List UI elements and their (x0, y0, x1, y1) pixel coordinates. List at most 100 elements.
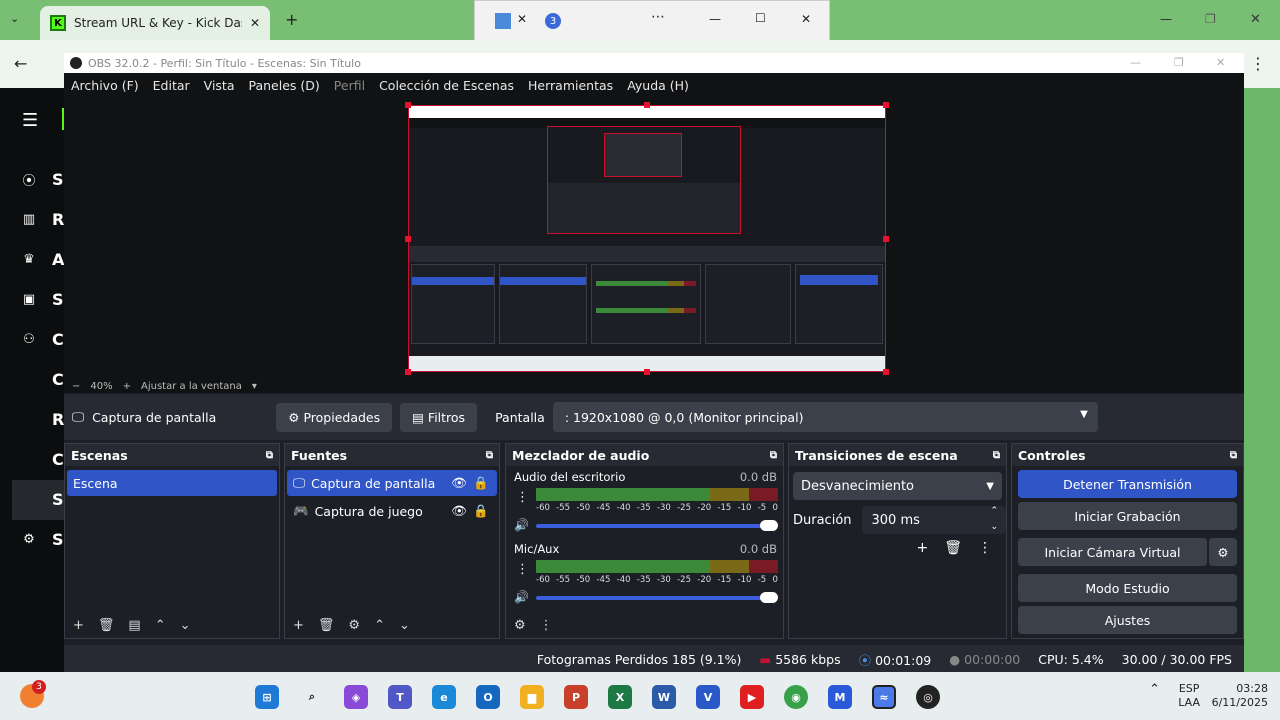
sidebar-item-label[interactable]: C (52, 330, 64, 349)
properties-button[interactable]: ⚙ Propiedades (276, 402, 393, 432)
lock-icon[interactable]: 🔒 (473, 475, 489, 491)
more-icon[interactable]: ⋯ (651, 9, 665, 25)
gear-icon[interactable]: ⚙ (20, 530, 38, 548)
close-icon[interactable]: ✕ (517, 12, 527, 26)
add-icon[interactable]: + (916, 540, 928, 556)
copilot-icon[interactable]: ◈ (344, 685, 368, 709)
undock-icon[interactable]: ⧉ (1230, 450, 1237, 461)
community-icon[interactable]: ⚇ (20, 330, 38, 348)
start-virtual-camera-button[interactable]: Iniciar Cámara Virtual (1018, 538, 1207, 566)
chart-icon[interactable]: ▥ (20, 210, 38, 228)
zoom-fit-select[interactable]: Ajustar a la ventana (141, 381, 242, 392)
maximize-icon[interactable]: ☐ (755, 11, 766, 25)
add-icon[interactable]: + (73, 618, 84, 633)
gear-icon[interactable]: ⚙ (514, 618, 526, 633)
sidebar-item-label[interactable]: S (52, 490, 64, 509)
word-icon[interactable]: W (652, 685, 676, 709)
chevron-up-icon[interactable]: ⌃ (990, 506, 998, 516)
chrome-icon[interactable]: ◉ (784, 685, 808, 709)
obs-icon[interactable]: ◎ (916, 685, 940, 709)
volume-slider[interactable] (536, 524, 772, 528)
speaker-icon[interactable]: 🔊 (514, 518, 529, 532)
gear-icon[interactable]: ⚙ (348, 618, 360, 633)
edge-icon[interactable]: e (432, 685, 456, 709)
transform-handle[interactable] (883, 369, 889, 375)
zoom-in-button[interactable]: + (123, 381, 131, 392)
outlook-icon[interactable]: O (476, 685, 500, 709)
chevron-down-icon[interactable]: ⌄ (399, 618, 410, 633)
volume-slider-handle[interactable] (760, 592, 778, 603)
transition-select[interactable]: Desvanecimiento ▼ (793, 472, 1002, 500)
trophy-icon[interactable]: ♛ (20, 250, 38, 268)
volume-slider[interactable] (536, 596, 772, 600)
visio-icon[interactable]: V (696, 685, 720, 709)
menu-perfil[interactable]: Perfil (334, 78, 365, 93)
clock[interactable]: 03:28 6/11/2025 (1212, 682, 1268, 710)
eye-icon[interactable]: 👁 (451, 503, 467, 519)
transform-handle[interactable] (883, 236, 889, 242)
chevron-up-icon[interactable]: ⌃ (155, 618, 166, 633)
teams-icon[interactable]: T (388, 685, 412, 709)
scene-item[interactable]: Escena (67, 470, 277, 496)
more-icon[interactable]: ⋮ (516, 490, 529, 505)
more-icon[interactable]: ⋮ (516, 562, 529, 577)
sidebar-item-label[interactable]: R (52, 410, 64, 429)
studio-mode-button[interactable]: Modo Estudio (1018, 574, 1237, 602)
more-icon[interactable]: ⋮ (540, 618, 553, 633)
undock-icon[interactable]: ⧉ (770, 450, 777, 461)
browser-menu-icon[interactable]: ⋮ (1250, 54, 1266, 73)
more-icon[interactable]: ⋮ (978, 540, 992, 556)
close-icon[interactable]: ✕ (1216, 56, 1225, 69)
close-tab-icon[interactable]: ✕ (250, 16, 260, 30)
preview-area[interactable] (64, 97, 1244, 379)
close-window-icon[interactable]: ✕ (1250, 12, 1261, 27)
sidebar-item-label[interactable]: C (52, 450, 64, 469)
minimize-icon[interactable]: — (1160, 12, 1172, 26)
lock-icon[interactable]: 🔒 (473, 503, 489, 519)
active-app-icon[interactable]: ≈ (872, 685, 896, 709)
sidebar-item-label[interactable]: R (52, 210, 64, 229)
tab-menu-chevron-icon[interactable]: ⌄ (10, 12, 19, 25)
sidebar-item-label[interactable]: S (52, 170, 64, 189)
menu-paneles[interactable]: Paneles (D) (249, 78, 320, 93)
menu-archivo[interactable]: Archivo (F) (71, 78, 139, 93)
excel-icon[interactable]: X (608, 685, 632, 709)
trash-icon[interactable]: 🗑 (98, 618, 115, 633)
browser-tab-active[interactable]: K Stream URL & Key - Kick Dashb ✕ (40, 6, 270, 40)
transform-handle[interactable] (405, 102, 411, 108)
chevron-up-icon[interactable]: ⌃ (1149, 682, 1160, 697)
menu-coleccion[interactable]: Colección de Escenas (379, 78, 514, 93)
sidebar-item-label[interactable]: A (52, 250, 64, 269)
restore-icon[interactable]: ❐ (1174, 56, 1184, 69)
gear-icon[interactable]: ⚙ (1209, 538, 1237, 566)
transform-handle[interactable] (405, 236, 411, 242)
language-indicator[interactable]: ESP LAA (1178, 682, 1200, 710)
sidebar-item-label[interactable]: S (52, 290, 64, 309)
eye-icon[interactable]: 👁 (451, 475, 467, 491)
sidebar-item-label[interactable]: C (52, 370, 64, 389)
trash-icon[interactable]: 🗑 (944, 540, 962, 556)
display-select[interactable]: : 1920x1080 @ 0,0 (Monitor principal) ▼ (552, 402, 1098, 432)
windows-start-icon[interactable]: ⊞ (255, 685, 279, 709)
stop-stream-button[interactable]: Detener Transmisión (1018, 470, 1237, 498)
duration-stepper[interactable]: 300 ms ⌃ ⌄ (861, 506, 1006, 534)
zoom-out-button[interactable]: − (72, 381, 80, 392)
chevron-down-icon[interactable]: ▼ (986, 481, 994, 492)
settings-button[interactable]: Ajustes (1018, 606, 1237, 634)
broadcast-icon[interactable]: ⦿ (20, 170, 38, 189)
sidebar-item-label[interactable]: S (52, 530, 64, 549)
chevron-down-icon[interactable]: ▼ (1080, 409, 1088, 420)
search-icon[interactable]: ⌕ (300, 685, 324, 709)
start-recording-button[interactable]: Iniciar Grabación (1018, 502, 1237, 530)
transform-handle[interactable] (883, 102, 889, 108)
volume-slider-handle[interactable] (760, 520, 778, 531)
file-explorer-icon[interactable]: ▆ (520, 685, 544, 709)
undock-icon[interactable]: ⧉ (266, 450, 273, 461)
app-icon[interactable]: M (828, 685, 852, 709)
add-icon[interactable]: + (293, 618, 304, 633)
preview-screen-capture[interactable] (408, 105, 886, 372)
filter-icon[interactable]: ▤ (128, 618, 140, 633)
chevron-down-icon[interactable]: ⌄ (990, 522, 998, 532)
new-tab-icon[interactable]: + (285, 10, 298, 29)
undock-icon[interactable]: ⧉ (993, 450, 1000, 461)
